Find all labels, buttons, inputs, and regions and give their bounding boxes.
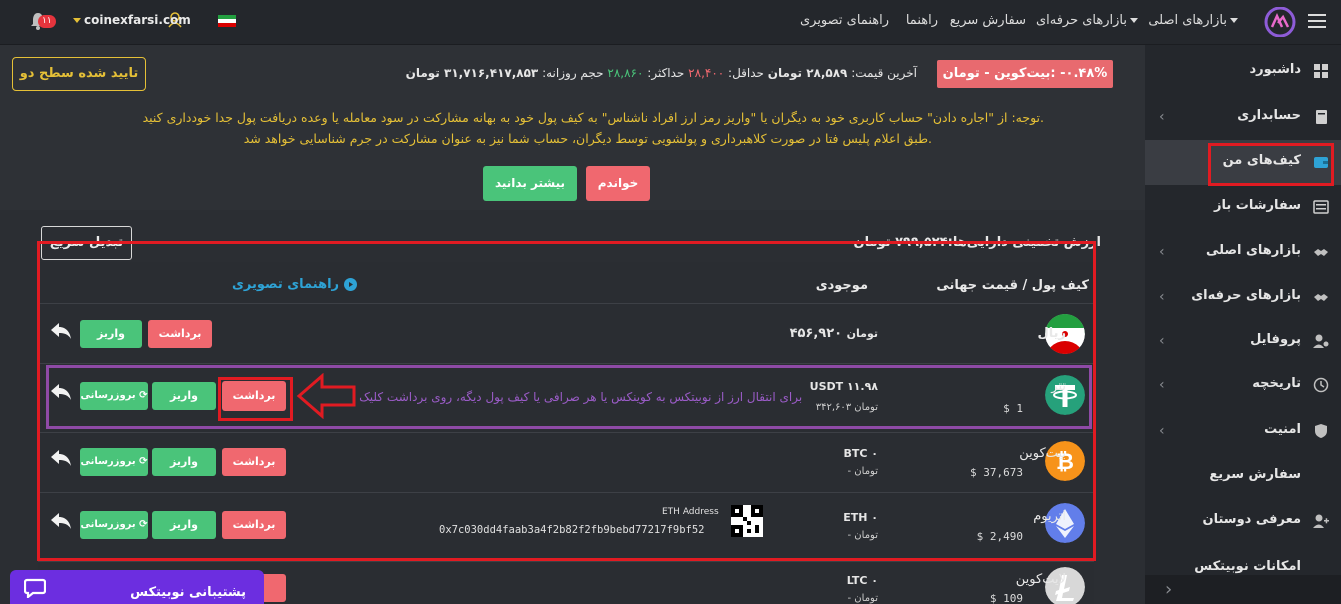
sidebar-item-label: تاریخچه — [1252, 376, 1301, 391]
chevron-left-icon: ‹ — [1159, 333, 1165, 349]
min-value: ۲۸,۴۰۰ — [688, 66, 725, 80]
sidebar-item-label: سفارش سریع — [1209, 467, 1301, 482]
support-chat-label: پشتیبانی نوبیتکس — [130, 585, 246, 600]
last-price-value: ۲۸,۵۸۹ تومان — [767, 66, 848, 80]
sidebar-item-quick-order[interactable]: سفارش سریع — [1145, 454, 1341, 499]
verified-level-two-button[interactable]: تایید شده سطح دو — [12, 57, 146, 91]
warning-line-1: توجه: از "اجاره دادن" حساب کاربری خود به… — [142, 110, 1044, 125]
chevron-down-icon — [73, 18, 81, 23]
username-label: coinexfarsi.com — [84, 13, 191, 27]
support-chat-widget[interactable]: پشتیبانی نوبیتکس — [10, 570, 264, 604]
balance-litecoin: LTC ۰ — [846, 574, 878, 587]
sidebar-item-history[interactable]: تاریخچه ‹ — [1145, 363, 1341, 408]
ticker-badge[interactable]: بیت‌کوین - تومان: ‎-۰.۴۸% — [937, 60, 1113, 88]
menu-main-markets[interactable]: بازارهای اصلی — [1148, 13, 1241, 28]
warning-line-2: طبق اعلام پلیس فتا در صورت کلاهبرداری و … — [243, 131, 932, 146]
sidebar-item-label: سفارشات باز — [1213, 198, 1301, 213]
user-plus-icon — [1313, 514, 1329, 528]
book-icon — [1316, 110, 1327, 124]
iran-flag-icon[interactable] — [218, 15, 236, 27]
min-label: حداقل: — [728, 66, 764, 80]
highlight-frame-wallets — [1208, 143, 1334, 186]
sidebar-item-security[interactable]: امنیت ‹ — [1145, 409, 1341, 454]
sidebar-item-dashboard[interactable]: داشبورد — [1145, 49, 1341, 94]
balance-litecoin-toman: - تومان — [847, 593, 879, 604]
chat-bubble-icon — [24, 578, 46, 598]
menu-visual-guide[interactable]: راهنمای تصویری — [800, 13, 889, 28]
price-stats: آخرین قیمت: ۲۸,۵۸۹ تومان حداقل: ۲۸,۴۰۰ ح… — [406, 66, 917, 80]
shield-icon — [1315, 424, 1327, 438]
sidebar-item-label: امکانات نوبیتکس — [1194, 559, 1301, 574]
sidebar-item-profile[interactable]: پروفایل ‹ — [1145, 319, 1341, 364]
coin-name-litecoin: لایت‌کوین — [1015, 572, 1066, 587]
sidebar-item-pro-markets[interactable]: بازارهای حرفه‌ای ‹ — [1145, 275, 1341, 320]
menu-pro-markets-label: بازارهای حرفه‌ای — [1035, 13, 1127, 28]
volume-label: حجم روزانه: — [542, 66, 604, 80]
hamburger-menu-icon[interactable] — [1308, 13, 1326, 29]
sidebar-item-label: حسابداری — [1237, 108, 1301, 123]
chevron-left-icon: ‹ — [1159, 423, 1165, 439]
volume-value: ۳۱,۷۱۶,۴۱۷,۸۵۳ تومان — [405, 66, 539, 80]
sidebar-item-referral[interactable]: معرفی دوستان — [1145, 499, 1341, 544]
sidebar-item-label: داشبورد — [1249, 62, 1301, 77]
max-value: ۲۸,۸۶۰ — [607, 66, 644, 80]
read-button[interactable]: خواندم — [586, 166, 650, 201]
user-gear-icon — [1313, 334, 1329, 348]
handshake-icon — [1314, 249, 1328, 256]
sidebar: داشبورد حسابداری ‹ کیف‌های من سفارشات با… — [1145, 45, 1341, 604]
menu-quick-order[interactable]: سفارش سریع — [950, 13, 1026, 28]
menu-guide[interactable]: راهنما — [906, 13, 938, 28]
menu-main-markets-label: بازارهای اصلی — [1148, 13, 1227, 28]
sidebar-item-label: بازارهای حرفه‌ای — [1191, 288, 1301, 303]
sidebar-item-label: پروفایل — [1250, 332, 1301, 347]
sidebar-item-label: امنیت — [1264, 422, 1301, 437]
highlight-frame-wallet-table — [37, 241, 1096, 561]
last-price-label: آخرین قیمت: — [851, 66, 917, 80]
sidebar-item-open-orders[interactable]: سفارشات باز — [1145, 185, 1341, 230]
sidebar-item-accounting[interactable]: حسابداری ‹ — [1145, 95, 1341, 140]
learn-more-button[interactable]: بیشتر بدانید — [483, 166, 577, 201]
sidebar-item-label: معرفی دوستان — [1202, 512, 1301, 527]
max-label: حداکثر: — [647, 66, 685, 80]
history-icon — [1313, 377, 1329, 393]
username-menu[interactable]: coinexfarsi.com — [70, 13, 191, 27]
chevron-left-icon: ‹ — [1159, 244, 1165, 260]
chevron-down-icon — [1230, 18, 1238, 23]
chevron-right-icon[interactable]: › — [1165, 579, 1172, 600]
sidebar-item-label: بازارهای اصلی — [1206, 243, 1301, 258]
list-icon — [1313, 200, 1329, 214]
sidebar-item-main-markets[interactable]: بازارهای اصلی ‹ — [1145, 230, 1341, 275]
sidebar-collapse-bar[interactable]: › — [1145, 575, 1341, 604]
chevron-left-icon: ‹ — [1159, 289, 1165, 305]
logo-icon[interactable] — [1264, 7, 1296, 37]
sidebar-item-features[interactable]: امکانات نوبیتکس — [1145, 544, 1341, 574]
handshake-icon — [1314, 294, 1328, 301]
chevron-left-icon: ‹ — [1159, 377, 1165, 393]
notification-badge: ۱۱ — [38, 15, 56, 28]
menu-pro-markets[interactable]: بازارهای حرفه‌ای — [1036, 13, 1141, 28]
chevron-left-icon: ‹ — [1159, 109, 1165, 125]
chevron-down-icon — [1130, 18, 1138, 23]
dashboard-icon — [1314, 64, 1328, 78]
coin-price-litecoin: $ 109 — [989, 592, 1023, 604]
row-divider — [38, 561, 1094, 562]
